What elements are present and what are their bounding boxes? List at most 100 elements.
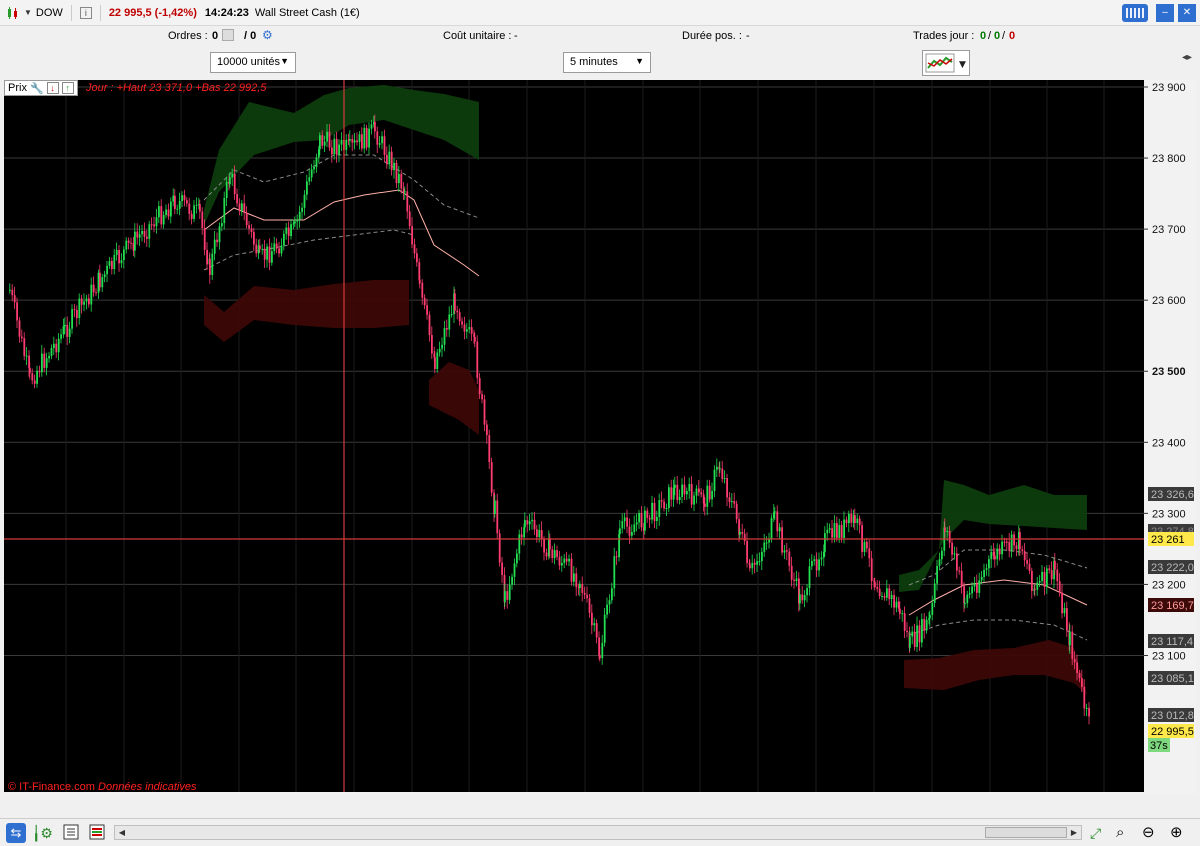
- candle-body: [836, 523, 838, 538]
- wrench-icon[interactable]: 🔧: [30, 82, 44, 95]
- candle-body: [231, 173, 234, 178]
- candle-body: [223, 197, 226, 224]
- candle-body: [496, 500, 499, 534]
- candle-body: [593, 623, 596, 626]
- candle-body: [690, 484, 693, 505]
- candle-body: [1083, 686, 1086, 709]
- zoom-fit-icon[interactable]: ⌕: [1116, 823, 1136, 843]
- auto-scroll-icon[interactable]: ⤢: [1090, 823, 1110, 843]
- candle-body: [583, 592, 586, 595]
- candle-body: [416, 253, 418, 263]
- candle-body: [390, 151, 393, 171]
- candle-body: [573, 573, 575, 582]
- candle-body: [670, 487, 673, 500]
- candle-body: [946, 531, 949, 533]
- candle-body: [1015, 545, 1018, 549]
- candles-settings-icon[interactable]: ╽⚙: [32, 823, 53, 843]
- candle-body: [280, 245, 283, 254]
- y-tick-label: 23 300: [1152, 508, 1186, 520]
- quantity-select[interactable]: 10000 unités ▼: [210, 52, 296, 73]
- candle-body: [638, 512, 640, 523]
- candle-body: [313, 167, 315, 170]
- colored-list-icon[interactable]: [88, 823, 108, 843]
- candle-body: [393, 162, 395, 171]
- candle-body: [1036, 582, 1039, 590]
- list-icon[interactable]: [62, 823, 82, 843]
- candle-body: [799, 594, 801, 604]
- candle-body: [850, 513, 853, 523]
- candle-body: [776, 511, 779, 532]
- candle-body: [1003, 541, 1006, 543]
- candle-body: [526, 520, 529, 525]
- pin-icon[interactable]: ◂▸: [1180, 52, 1194, 74]
- candle-body: [60, 334, 62, 339]
- candle-body: [271, 251, 273, 263]
- buy-arrow-icon[interactable]: ↑: [61, 82, 74, 94]
- chart-canvas[interactable]: 23 900 23 800 23 700 23 600 23 500 23 400 23 3…: [4, 80, 1196, 812]
- candle-body: [292, 223, 295, 225]
- gears-icon[interactable]: ⚙: [262, 28, 273, 42]
- candle-body: [733, 501, 736, 504]
- zoom-in-icon[interactable]: ⊕: [1170, 823, 1190, 843]
- candle-body: [549, 538, 551, 550]
- candle-body: [866, 541, 868, 549]
- candle-body: [115, 249, 118, 255]
- candle-body: [1028, 563, 1031, 571]
- candle-body: [413, 244, 416, 254]
- title-bar: ▼ DOW i 22 995,5 (-1,42%) 14:24:23 Wall …: [0, 0, 1200, 26]
- candle-body: [458, 312, 461, 322]
- candle-body: [976, 583, 978, 593]
- watermark-brand: © IT-Finance.com: [8, 781, 95, 793]
- close-icon[interactable]: ✕: [1178, 4, 1196, 22]
- symbol-selector[interactable]: ▼ DOW: [6, 6, 63, 20]
- scroll-thumb[interactable]: [985, 827, 1067, 838]
- zoom-out-icon[interactable]: ⊖: [1142, 823, 1162, 843]
- candle-body: [644, 510, 646, 531]
- candle-body: [674, 484, 676, 488]
- candle-body: [108, 261, 111, 266]
- horizontal-scrollbar[interactable]: ◀ ▶: [114, 825, 1082, 840]
- candle-body: [528, 521, 531, 525]
- candle-body: [595, 623, 598, 638]
- candle-body: [388, 151, 391, 165]
- info-icon[interactable]: i: [79, 6, 92, 19]
- keyboard-icon[interactable]: [1122, 4, 1148, 22]
- share-icon[interactable]: ⇆: [6, 823, 26, 843]
- candle-body: [795, 578, 798, 581]
- indicator-chart-icon: ▼: [925, 53, 966, 73]
- candle-body: [1063, 608, 1066, 614]
- candle-body: [11, 289, 14, 296]
- candle-body: [323, 141, 326, 146]
- candle-body: [863, 541, 866, 552]
- indicators-button[interactable]: ▼: [922, 50, 970, 76]
- timeframe-select[interactable]: 5 minutes ▼: [563, 52, 651, 73]
- candle-body: [848, 513, 850, 524]
- candle-body: [1006, 541, 1008, 543]
- candle-body: [13, 295, 16, 303]
- candle-body: [936, 565, 938, 584]
- scroll-left-icon[interactable]: ◀: [115, 826, 129, 839]
- candle-body: [536, 529, 538, 538]
- candle-body: [818, 559, 820, 571]
- candle-body: [948, 531, 951, 543]
- scroll-right-icon[interactable]: ▶: [1067, 826, 1081, 839]
- candle-body: [708, 485, 711, 500]
- candle-body: [663, 501, 665, 509]
- candle-body: [285, 227, 288, 234]
- candle-body: [878, 588, 881, 597]
- candle-body: [328, 131, 331, 148]
- candle-body: [890, 595, 893, 600]
- orders-detail-icon[interactable]: [222, 29, 234, 41]
- candle-body: [296, 219, 299, 222]
- candle-body: [245, 212, 248, 226]
- candle-body: [854, 515, 856, 524]
- candle-body: [938, 559, 941, 566]
- sell-arrow-icon[interactable]: ↓: [46, 82, 59, 94]
- minimize-icon[interactable]: –: [1156, 4, 1174, 22]
- price-chart[interactable]: 23 900 23 800 23 700 23 600 23 500 23 400 23 3…: [4, 80, 1196, 812]
- candle-body: [508, 584, 511, 600]
- candle-body: [428, 314, 431, 336]
- candle-body: [504, 591, 506, 603]
- candle-body: [533, 519, 536, 530]
- candle-body: [695, 488, 698, 496]
